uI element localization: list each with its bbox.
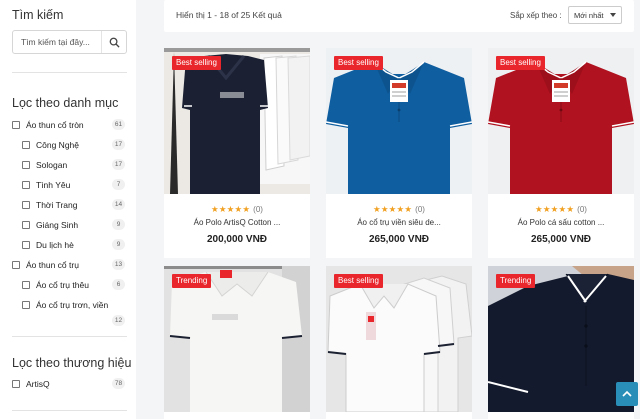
product-card[interactable]: Trending — [488, 266, 634, 419]
category-count: 17 — [112, 159, 125, 170]
product-card[interactable]: Best selling ★★★★★ (0) Áo cổ trụ viền si… — [326, 48, 472, 258]
product-rating: ★★★★★ (0) — [488, 204, 634, 215]
search-box — [12, 30, 127, 54]
trending-badge: Trending — [172, 274, 212, 288]
sidebar-divider — [12, 410, 127, 411]
best-selling-badge: Best selling — [334, 274, 383, 288]
star-rating-icon: ★★★★★ — [373, 204, 413, 214]
sort-value: Mới nhất — [574, 10, 604, 20]
category-filter-heading: Lọc theo danh mục — [12, 96, 119, 110]
checkbox[interactable] — [22, 241, 30, 249]
category-item-tinh-yeu[interactable]: Tình Yêu — [22, 178, 70, 192]
brand-label: ArtisQ — [26, 379, 50, 389]
search-icon — [109, 37, 120, 48]
category-item-giang-sinh[interactable]: Giáng Sinh — [22, 218, 78, 232]
category-label: Áo thun cổ tròn — [26, 120, 84, 130]
category-label: Áo thun cổ trụ — [26, 260, 79, 270]
category-item-ao-thun-co-tru[interactable]: Áo thun cổ trụ — [12, 258, 79, 272]
category-count: 13 — [112, 259, 125, 270]
checkbox[interactable] — [22, 161, 30, 169]
product-card[interactable]: Best selling ★★★★★ (0) Áo Polo ArtisQ Co… — [164, 48, 310, 258]
best-selling-badge: Best selling — [172, 56, 221, 70]
category-label: Tình Yêu — [36, 180, 71, 190]
category-count: 9 — [112, 239, 125, 250]
product-name-link[interactable]: Áo Polo ArtisQ Cotton ... — [164, 218, 310, 227]
chevron-down-icon — [610, 13, 616, 17]
sort-select[interactable]: Mới nhất — [568, 6, 622, 24]
sidebar-divider — [12, 72, 127, 73]
trending-badge: Trending — [496, 274, 536, 288]
category-item-ao-co-tru-tron-vien[interactable]: Áo cổ trụ trơn, viền — [22, 298, 108, 312]
category-item-ao-co-tru-theu[interactable]: Áo cổ trụ thêu — [22, 278, 89, 292]
category-count: 61 — [112, 119, 125, 130]
search-heading: Tìm kiếm — [12, 8, 64, 22]
scroll-to-top-button[interactable] — [616, 382, 638, 406]
category-count: 7 — [112, 179, 125, 190]
checkbox[interactable] — [12, 261, 20, 269]
category-label: Giáng Sinh — [36, 220, 79, 230]
search-button[interactable] — [101, 31, 126, 53]
results-toolbar: Hiển thị 1 - 18 of 25 Kết quả Sắp xếp th… — [164, 0, 634, 32]
review-count: (0) — [253, 205, 263, 214]
brand-item-artisq[interactable]: ArtisQ — [12, 377, 50, 391]
product-rating: ★★★★★ (0) — [326, 204, 472, 215]
star-rating-icon: ★★★★★ — [535, 204, 575, 214]
product-rating: ★★★★★ (0) — [164, 204, 310, 215]
category-count: 6 — [112, 279, 125, 290]
category-label: Áo cổ trụ trơn, viền — [36, 300, 109, 310]
product-card[interactable]: Best selling ★★★★★ (0) Áo Polo cá sấu co… — [488, 48, 634, 258]
category-item-du-lich-he[interactable]: Du lịch hè — [22, 238, 74, 252]
checkbox[interactable] — [22, 141, 30, 149]
sidebar-divider — [12, 336, 127, 337]
review-count: (0) — [415, 205, 425, 214]
star-rating-icon: ★★★★★ — [211, 204, 251, 214]
category-label: Sologan — [36, 160, 68, 170]
sort-label: Sắp xếp theo : — [510, 11, 562, 20]
category-label: Công Nghệ — [36, 140, 80, 150]
brand-filter-heading: Lọc theo thương hiệu — [12, 356, 132, 370]
checkbox[interactable] — [12, 121, 20, 129]
checkbox[interactable] — [22, 201, 30, 209]
product-name-link[interactable]: Áo cổ trụ viền siêu de... — [326, 218, 472, 227]
product-card[interactable]: Best selling — [326, 266, 472, 419]
checkbox[interactable] — [22, 181, 30, 189]
product-name-link[interactable]: Áo Polo cá sấu cotton ... — [488, 218, 634, 227]
product-price: 200,000 VNĐ — [206, 234, 268, 245]
category-label: Thời Trang — [36, 200, 78, 210]
product-card[interactable]: Trending — [164, 266, 310, 419]
category-count: 12 — [112, 315, 125, 326]
category-item-ao-thun-co-tron[interactable]: Áo thun cổ tròn — [12, 118, 84, 132]
best-selling-badge: Best selling — [334, 56, 383, 70]
category-count: 17 — [112, 139, 125, 150]
best-selling-badge: Best selling — [496, 56, 545, 70]
category-label: Áo cổ trụ thêu — [36, 280, 89, 290]
search-input[interactable] — [13, 31, 101, 53]
filter-sidebar: Tìm kiếm Lọc theo danh mục Áo thun cổ tr… — [0, 0, 136, 419]
brand-count: 78 — [112, 378, 125, 389]
category-count: 14 — [112, 199, 125, 210]
checkbox[interactable] — [22, 281, 30, 289]
product-price: 265,000 VNĐ — [368, 234, 430, 245]
category-item-sologan[interactable]: Sologan — [22, 158, 67, 172]
chevron-up-icon — [622, 390, 632, 397]
results-count: Hiển thị 1 - 18 of 25 Kết quả — [176, 10, 282, 20]
category-count: 9 — [112, 219, 125, 230]
product-price: 265,000 VNĐ — [530, 234, 592, 245]
category-item-cong-nghe[interactable]: Công Nghệ — [22, 138, 79, 152]
category-item-thoi-trang[interactable]: Thời Trang — [22, 198, 77, 212]
checkbox[interactable] — [22, 301, 30, 309]
checkbox[interactable] — [22, 221, 30, 229]
category-label: Du lịch hè — [36, 240, 74, 250]
review-count: (0) — [577, 205, 587, 214]
checkbox[interactable] — [12, 380, 20, 388]
